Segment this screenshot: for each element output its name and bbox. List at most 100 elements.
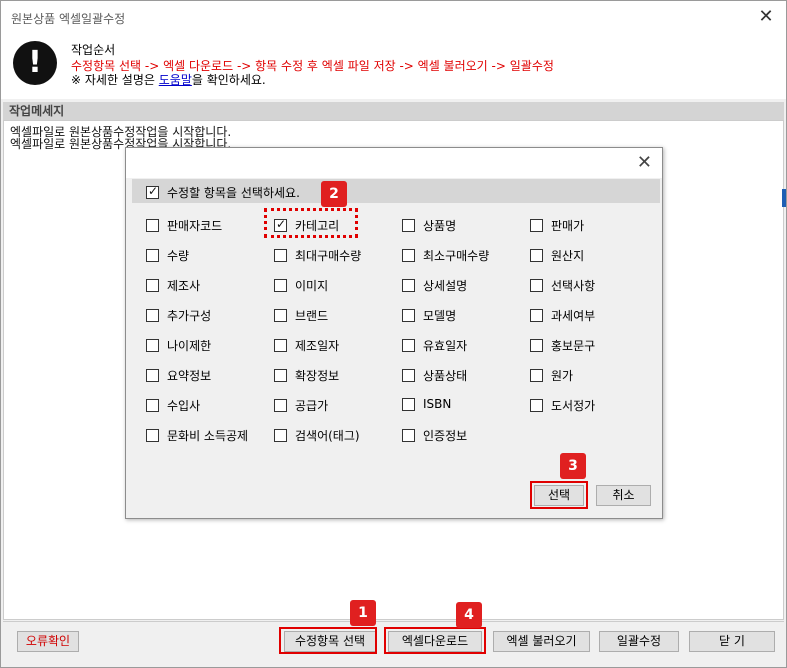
dialog-close-icon[interactable]: ✕: [637, 152, 652, 173]
item-checkbox[interactable]: 원가: [530, 367, 573, 384]
checkbox-box[interactable]: [402, 429, 415, 442]
checkbox-box[interactable]: [146, 249, 159, 262]
checkbox-box[interactable]: [146, 184, 159, 199]
close-button[interactable]: 닫 기: [689, 631, 775, 652]
item-checkbox[interactable]: 나이제한: [146, 337, 211, 354]
item-label: 상품상태: [423, 369, 468, 383]
help-link[interactable]: 도움말: [159, 73, 192, 87]
cancel-button[interactable]: 취소: [596, 485, 651, 506]
item-checkbox[interactable]: 인증정보: [402, 427, 467, 444]
item-label: 요약정보: [167, 369, 212, 383]
dialog-header: 수정할 항목을 선택하세요.: [132, 179, 660, 203]
checkbox-box[interactable]: [402, 309, 415, 322]
item-checkbox[interactable]: ISBN: [402, 397, 451, 411]
checkbox-box[interactable]: [146, 399, 159, 412]
window-title: 원본상품 엑셀일괄수정: [11, 12, 126, 26]
item-checkbox[interactable]: 제조사: [146, 277, 200, 294]
item-checkbox[interactable]: 최대구매수량: [274, 247, 361, 264]
item-checkbox[interactable]: 상세설명: [402, 277, 467, 294]
item-checkbox[interactable]: 브랜드: [274, 307, 328, 324]
item-checkbox[interactable]: 공급가: [274, 397, 328, 414]
checkbox-box[interactable]: [530, 279, 543, 292]
item-checkbox[interactable]: 수입사: [146, 397, 200, 414]
item-label: 원산지: [551, 249, 585, 263]
checkbox-box[interactable]: [274, 429, 287, 442]
item-checkbox[interactable]: 상품상태: [402, 367, 467, 384]
item-label: 판매가: [551, 219, 585, 233]
guide-panel: ! 작업순서 수정항목 선택 -> 엑셀 다운로드 -> 항목 수정 후 엑셀 …: [1, 35, 786, 99]
checkbox-box[interactable]: [530, 219, 543, 232]
annotation-badge-3: 3: [560, 453, 586, 479]
item-label: 제조일자: [295, 339, 340, 353]
item-label: 확장정보: [295, 369, 340, 383]
checkbox-box[interactable]: [402, 249, 415, 262]
error-check-button[interactable]: 오류확인: [17, 631, 79, 652]
item-checkbox[interactable]: 확장정보: [274, 367, 339, 384]
item-label: 선택사항: [551, 279, 596, 293]
ok-button[interactable]: 선택: [534, 485, 584, 506]
item-label: 원가: [551, 369, 574, 383]
checkbox-box[interactable]: [530, 309, 543, 322]
checkbox-box[interactable]: [274, 309, 287, 322]
checkbox-box[interactable]: [402, 279, 415, 292]
item-checkbox[interactable]: 원산지: [530, 247, 584, 264]
checkbox-box[interactable]: [274, 279, 287, 292]
checkbox-box[interactable]: [530, 249, 543, 262]
bulk-edit-button[interactable]: 일괄수정: [599, 631, 679, 652]
checkbox-box[interactable]: [146, 339, 159, 352]
item-label: 모델명: [423, 309, 457, 323]
item-checkbox[interactable]: 추가구성: [146, 307, 211, 324]
item-label: 유효일자: [423, 339, 468, 353]
item-label: 추가구성: [167, 309, 212, 323]
checkbox-box[interactable]: [402, 369, 415, 382]
checkbox-box[interactable]: [146, 279, 159, 292]
item-checkbox[interactable]: 검색어(태그): [274, 427, 360, 444]
checkbox-box[interactable]: [274, 339, 287, 352]
checkbox-box[interactable]: [146, 369, 159, 382]
item-checkbox[interactable]: 도서정가: [530, 397, 595, 414]
annotation-box-1: [279, 627, 377, 654]
item-label: 홍보문구: [551, 339, 596, 353]
item-checkbox[interactable]: 판매자코드: [146, 217, 222, 234]
item-checkbox[interactable]: 최소구매수량: [402, 247, 489, 264]
checkbox-box[interactable]: [402, 339, 415, 352]
item-checkbox[interactable]: 과세여부: [530, 307, 595, 324]
excel-load-button[interactable]: 엑셀 불러오기: [493, 631, 590, 652]
checkbox-box[interactable]: [402, 397, 415, 411]
item-label: 상세설명: [423, 279, 468, 293]
item-checkbox[interactable]: 선택사항: [530, 277, 595, 294]
checkbox-box[interactable]: [530, 339, 543, 352]
checkbox-box[interactable]: [530, 399, 543, 412]
item-checkbox[interactable]: 문화비 소득공제: [146, 427, 248, 444]
item-checkbox[interactable]: 제조일자: [274, 337, 339, 354]
item-checkbox[interactable]: 홍보문구: [530, 337, 595, 354]
item-checkbox[interactable]: 상품명: [402, 217, 456, 234]
item-checkbox[interactable]: 카테고리: [274, 217, 339, 234]
checkbox-box[interactable]: [274, 217, 287, 232]
item-checkbox[interactable]: 모델명: [402, 307, 456, 324]
item-checkbox[interactable]: 유효일자: [402, 337, 467, 354]
select-all-checkbox[interactable]: 수정할 항목을 선택하세요.: [146, 184, 300, 201]
log-header: 작업메세지: [3, 102, 784, 120]
guide-note: ※ 자세한 설명은 도움말을 확인하세요.: [71, 71, 266, 88]
item-label: 문화비 소득공제: [167, 429, 249, 443]
item-checkbox[interactable]: 판매가: [530, 217, 584, 234]
checkbox-box[interactable]: [274, 249, 287, 262]
checkbox-box[interactable]: [274, 399, 287, 412]
scroll-marker: [782, 189, 786, 207]
item-label: 인증정보: [423, 429, 468, 443]
checkbox-box[interactable]: [146, 429, 159, 442]
checkbox-box[interactable]: [530, 369, 543, 382]
select-all-label: 수정할 항목을 선택하세요.: [167, 186, 300, 200]
item-checkbox[interactable]: 수량: [146, 247, 189, 264]
checkbox-box[interactable]: [146, 309, 159, 322]
item-checkbox[interactable]: 이미지: [274, 277, 328, 294]
checkbox-box[interactable]: [146, 219, 159, 232]
item-label: 검색어(태그): [295, 429, 360, 443]
item-label: 판매자코드: [167, 219, 223, 233]
guide-note-suffix: 을 확인하세요.: [191, 73, 266, 87]
checkbox-box[interactable]: [274, 369, 287, 382]
close-icon[interactable]: ✕: [756, 6, 776, 27]
item-checkbox[interactable]: 요약정보: [146, 367, 211, 384]
checkbox-box[interactable]: [402, 219, 415, 232]
